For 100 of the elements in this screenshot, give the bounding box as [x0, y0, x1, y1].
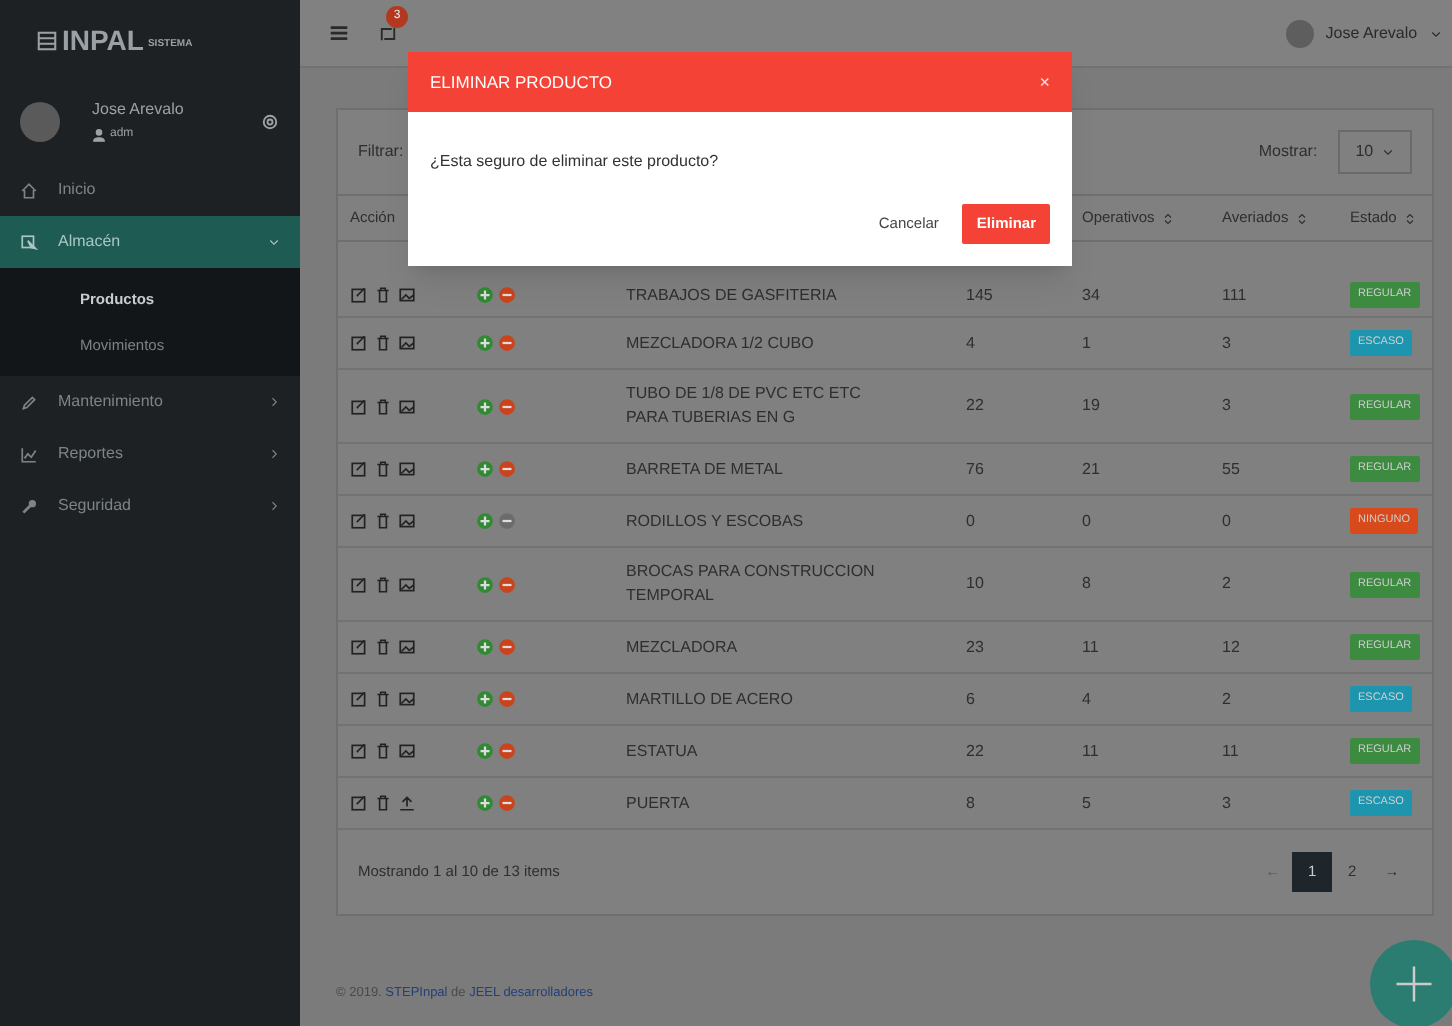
edit-icon: [350, 397, 368, 415]
table-cell-text: 12: [1222, 635, 1242, 659]
chart-icon: [20, 445, 38, 463]
menu-icon: [328, 22, 350, 44]
edit-icon: [350, 575, 368, 593]
dialog-message: ¿Esta seguro de eliminar este producto?: [428, 150, 721, 174]
user-avatar: [1285, 19, 1314, 47]
user-name: Jose Arevalo: [92, 98, 186, 122]
image-icon: [398, 742, 416, 760]
product-name: MEZCLADORA 1/2 CUBO: [626, 331, 816, 355]
table-cell-text: 6: [966, 687, 977, 711]
trash-icon: [374, 512, 392, 530]
sort-icon: [1296, 211, 1309, 225]
table-cell-text: 0: [1082, 509, 1093, 533]
table-cell-text: 3: [1222, 331, 1233, 355]
logo-text: INPAL: [62, 24, 144, 56]
sort-icon: [1404, 211, 1417, 225]
edit-icon: [350, 742, 368, 760]
caret-icon: [1381, 146, 1394, 158]
upload-icon: [398, 794, 416, 812]
table-cell-text: 1: [1082, 331, 1093, 355]
add-icon: [476, 334, 494, 352]
table-cell-text: 76: [966, 457, 986, 481]
product-name: RODILLOS Y ESCOBAS: [626, 509, 806, 533]
table-cell-text: 11: [1082, 635, 1101, 659]
image-icon: [398, 286, 416, 304]
add-icon: [476, 460, 494, 478]
edit-icon: [350, 460, 368, 478]
trash-icon: [374, 460, 392, 478]
chevron-icon: [1429, 27, 1442, 39]
table-cell-text: 23: [966, 635, 986, 659]
product-name: BARRETA DE METAL: [626, 457, 785, 481]
page-size-label: Mostrar:: [1258, 142, 1318, 162]
table-cell-text: 21: [1082, 457, 1102, 481]
add-icon: [476, 286, 494, 304]
filter-label: Filtrar:: [358, 142, 404, 162]
table-cell-text: 8: [966, 791, 977, 815]
edit-icon: [350, 286, 368, 304]
settings-icon: [260, 112, 280, 132]
trash-icon: [374, 286, 392, 304]
table-cell-text: 55: [1222, 457, 1242, 481]
table-cell-text: 0: [1222, 509, 1233, 533]
table-cell-text: 10: [966, 572, 986, 596]
person-icon: [92, 127, 106, 141]
image-icon: [398, 512, 416, 530]
close-button[interactable]: ×: [1039, 72, 1050, 92]
table-cell-text: 19: [1082, 394, 1102, 418]
user-menu[interactable]: Jose Arevalo: [1285, 19, 1442, 47]
menu-item[interactable]: Mantenimiento: [0, 376, 300, 428]
table-cell-text: 111: [1222, 283, 1249, 307]
menu-item[interactable]: Reportes: [0, 428, 300, 480]
table-cell-text: 2: [1222, 572, 1233, 596]
home-icon: [20, 181, 38, 199]
dialog-title: ELIMINAR PRODUCTO: [430, 72, 614, 92]
product-name: ESTATUA: [626, 739, 700, 763]
image-icon: [398, 575, 416, 593]
refresh-icon: [378, 23, 398, 43]
image-icon: [398, 638, 416, 656]
add-button[interactable]: [1370, 940, 1452, 1026]
product-name: TUBO DE 1/8 DE PVC ETC ETC PARA TUBERIAS EN G: [626, 382, 863, 430]
table-cell-text: 11: [1222, 739, 1241, 763]
add-icon: [476, 742, 494, 760]
product-name: BROCAS PARA CONSTRUCCION TEMPORAL: [626, 560, 877, 608]
page-size-select[interactable]: 10: [1337, 130, 1412, 174]
add-icon: [476, 638, 494, 656]
edit-icon: [350, 794, 368, 812]
pencil-icon: [20, 393, 38, 411]
image-icon: [398, 460, 416, 478]
trash-icon: [374, 690, 392, 708]
add-icon: [476, 512, 494, 530]
trash-icon: [374, 794, 392, 812]
table-cell-text: 0: [966, 509, 977, 533]
table-cell-text: 8: [1082, 572, 1093, 596]
menu-item[interactable]: Almacén: [0, 216, 300, 268]
add-icon: [476, 794, 494, 812]
add-icon: [476, 690, 494, 708]
edit-icon: [350, 690, 368, 708]
image-icon: [398, 334, 416, 352]
table-cell-text: 22: [966, 739, 986, 763]
product-name: MARTILLO DE ACERO: [626, 687, 795, 711]
add-icon: [476, 575, 494, 593]
trash-icon: [374, 575, 392, 593]
table-cell-text: 3: [1222, 394, 1233, 418]
wrench-icon: [20, 497, 38, 515]
menu-item[interactable]: Seguridad: [0, 480, 300, 532]
product-name: PUERTA: [626, 791, 692, 815]
pointer-icon: [20, 233, 38, 251]
trash-icon: [374, 638, 392, 656]
trash-icon: [374, 742, 392, 760]
table-cell-text: 4: [966, 331, 977, 355]
image-icon: [398, 690, 416, 708]
table-cell-text: 3: [1222, 791, 1233, 815]
table-cell-text: 4: [1082, 687, 1093, 711]
product-name: TRABAJOS DE GASFITERIA: [626, 283, 839, 307]
menu-item[interactable]: Inicio: [0, 164, 300, 216]
edit-icon: [350, 638, 368, 656]
table-cell-text: 145: [966, 283, 995, 307]
trash-icon: [374, 334, 392, 352]
table-cell-text: 5: [1082, 791, 1093, 815]
product-name: MEZCLADORA: [626, 635, 740, 659]
